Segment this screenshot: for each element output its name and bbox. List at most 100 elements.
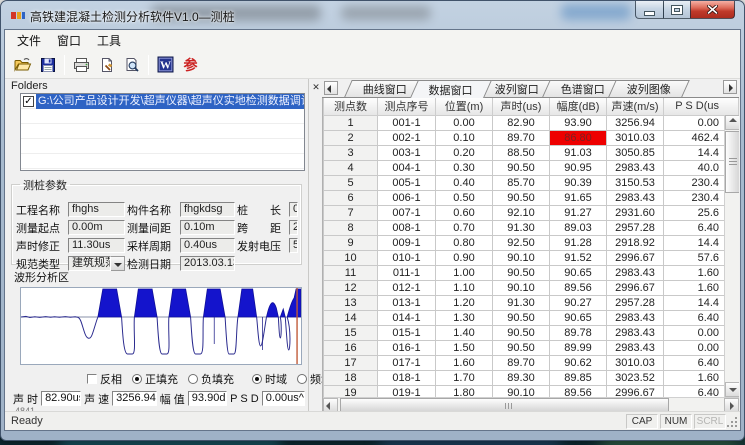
- table-cell[interactable]: 1.40: [436, 325, 493, 340]
- table-cell[interactable]: 2983.43: [607, 340, 664, 355]
- positive-fill-radio[interactable]: 正填充: [132, 371, 178, 387]
- resize-grip[interactable]: [726, 416, 739, 429]
- file-list[interactable]: ✓ G:\公司产品设计开发\超声仪器\超声仪实地检测数据调试cd\qd03\qd…: [20, 93, 305, 171]
- menu-tools[interactable]: 工具: [89, 30, 129, 51]
- table-cell[interactable]: 92.50: [493, 235, 550, 250]
- table-cell[interactable]: 8: [324, 220, 378, 235]
- table-cell[interactable]: 018-1: [378, 370, 436, 385]
- table-cell[interactable]: 1.60: [436, 355, 493, 370]
- menu-window[interactable]: 窗口: [49, 30, 89, 51]
- table-cell[interactable]: 91.27: [550, 205, 607, 220]
- table-cell[interactable]: 0.40: [436, 175, 493, 190]
- table-cell[interactable]: 006-1: [378, 190, 436, 205]
- table-row[interactable]: 7007-10.6092.1091.272931.6025.6: [324, 205, 739, 220]
- table-row[interactable]: 10010-10.9090.1091.522996.6757.6: [324, 250, 739, 265]
- table-row[interactable]: 9009-10.8092.5091.282918.9214.4: [324, 235, 739, 250]
- radio-icon[interactable]: [297, 374, 307, 384]
- table-row[interactable]: 4004-10.3090.5090.952983.4340.0: [324, 160, 739, 175]
- table-cell[interactable]: 2957.28: [607, 220, 664, 235]
- table-cell[interactable]: 91.30: [493, 220, 550, 235]
- standard-type-select[interactable]: 建筑规范: [68, 256, 125, 271]
- table-cell[interactable]: 3: [324, 145, 378, 160]
- table-cell[interactable]: 007-1: [378, 205, 436, 220]
- word-report-button[interactable]: W: [153, 53, 178, 77]
- table-cell[interactable]: 0.50: [436, 190, 493, 205]
- table-row[interactable]: 15015-11.4090.5089.782983.430.00: [324, 325, 739, 340]
- pane-splitter[interactable]: ✕: [309, 79, 322, 411]
- table-cell[interactable]: 2983.43: [607, 265, 664, 280]
- table-cell[interactable]: 90.50: [493, 325, 550, 340]
- table-cell[interactable]: 1: [324, 115, 378, 130]
- params-button[interactable]: 参: [178, 53, 203, 77]
- tab-scroll-right-button[interactable]: [723, 80, 737, 94]
- table-cell[interactable]: 1.50: [436, 340, 493, 355]
- start-point-field[interactable]: 0.00m: [68, 220, 125, 235]
- checkbox-icon[interactable]: [87, 374, 97, 384]
- table-cell[interactable]: 89.85: [550, 370, 607, 385]
- table-cell[interactable]: 015-1: [378, 325, 436, 340]
- table-cell[interactable]: 3023.52: [607, 370, 664, 385]
- table-cell[interactable]: 2957.28: [607, 295, 664, 310]
- table-cell[interactable]: 0.10: [436, 130, 493, 145]
- test-date-field[interactable]: 2013.03.13: [180, 256, 235, 271]
- save-button[interactable]: [35, 53, 60, 77]
- table-cell[interactable]: 1.20: [436, 295, 493, 310]
- table-cell[interactable]: 90.10: [493, 280, 550, 295]
- scroll-right-button[interactable]: [724, 398, 739, 411]
- print-button[interactable]: [69, 53, 94, 77]
- table-cell[interactable]: 0.00: [436, 115, 493, 130]
- table-cell[interactable]: 3150.53: [607, 175, 664, 190]
- table-cell[interactable]: 013-1: [378, 295, 436, 310]
- table-cell[interactable]: 90.95: [550, 160, 607, 175]
- table-cell[interactable]: 89.78: [550, 325, 607, 340]
- table-cell[interactable]: 89.70: [493, 130, 550, 145]
- table-cell[interactable]: 90.39: [550, 175, 607, 190]
- table-cell[interactable]: 2918.92: [607, 235, 664, 250]
- table-cell[interactable]: 017-1: [378, 355, 436, 370]
- table-cell[interactable]: 1.10: [436, 280, 493, 295]
- table-cell[interactable]: 86.80: [550, 130, 607, 145]
- chevron-down-icon[interactable]: [111, 256, 125, 271]
- table-cell[interactable]: 0.80: [436, 235, 493, 250]
- table-row[interactable]: 6006-10.5090.5091.652983.43230.4: [324, 190, 739, 205]
- table-cell[interactable]: 014-1: [378, 310, 436, 325]
- column-header[interactable]: 测点序号: [378, 98, 436, 115]
- table-cell[interactable]: 2: [324, 130, 378, 145]
- table-cell[interactable]: 89.03: [550, 220, 607, 235]
- table-cell[interactable]: 90.50: [493, 310, 550, 325]
- scroll-left-button[interactable]: [323, 398, 338, 411]
- table-cell[interactable]: 85.70: [493, 175, 550, 190]
- table-cell[interactable]: 2931.60: [607, 205, 664, 220]
- table-cell[interactable]: 10: [324, 250, 378, 265]
- column-header[interactable]: P S D(us: [664, 98, 739, 115]
- table-cell[interactable]: 17: [324, 355, 378, 370]
- table-cell[interactable]: 15: [324, 325, 378, 340]
- invert-checkbox[interactable]: 反相: [87, 371, 122, 387]
- tab-wavetrain-image[interactable]: 波列图像: [608, 80, 690, 97]
- preview-button[interactable]: [119, 53, 144, 77]
- table-cell[interactable]: 2983.43: [607, 325, 664, 340]
- table-cell[interactable]: 90.65: [550, 310, 607, 325]
- table-cell[interactable]: 91.30: [493, 295, 550, 310]
- table-cell[interactable]: 0.20: [436, 145, 493, 160]
- voltage-field[interactable]: 500V: [289, 238, 298, 253]
- table-cell[interactable]: 91.65: [550, 190, 607, 205]
- table-cell[interactable]: 2983.43: [607, 160, 664, 175]
- table-cell[interactable]: 005-1: [378, 175, 436, 190]
- table-cell[interactable]: 001-1: [378, 115, 436, 130]
- table-cell[interactable]: 9: [324, 235, 378, 250]
- table-cell[interactable]: 010-1: [378, 250, 436, 265]
- minimize-button[interactable]: [635, 1, 664, 19]
- table-cell[interactable]: 92.10: [493, 205, 550, 220]
- table-cell[interactable]: 004-1: [378, 160, 436, 175]
- table-cell[interactable]: 4: [324, 160, 378, 175]
- table-cell[interactable]: 6: [324, 190, 378, 205]
- column-header[interactable]: 声速(m/s): [607, 98, 664, 115]
- negative-fill-radio[interactable]: 负填充: [188, 371, 234, 387]
- close-button[interactable]: [690, 1, 735, 19]
- column-header[interactable]: 测点数: [324, 98, 378, 115]
- table-cell[interactable]: 5: [324, 175, 378, 190]
- table-cell[interactable]: 2983.43: [607, 310, 664, 325]
- table-cell[interactable]: 3010.03: [607, 130, 664, 145]
- table-cell[interactable]: 3256.94: [607, 115, 664, 130]
